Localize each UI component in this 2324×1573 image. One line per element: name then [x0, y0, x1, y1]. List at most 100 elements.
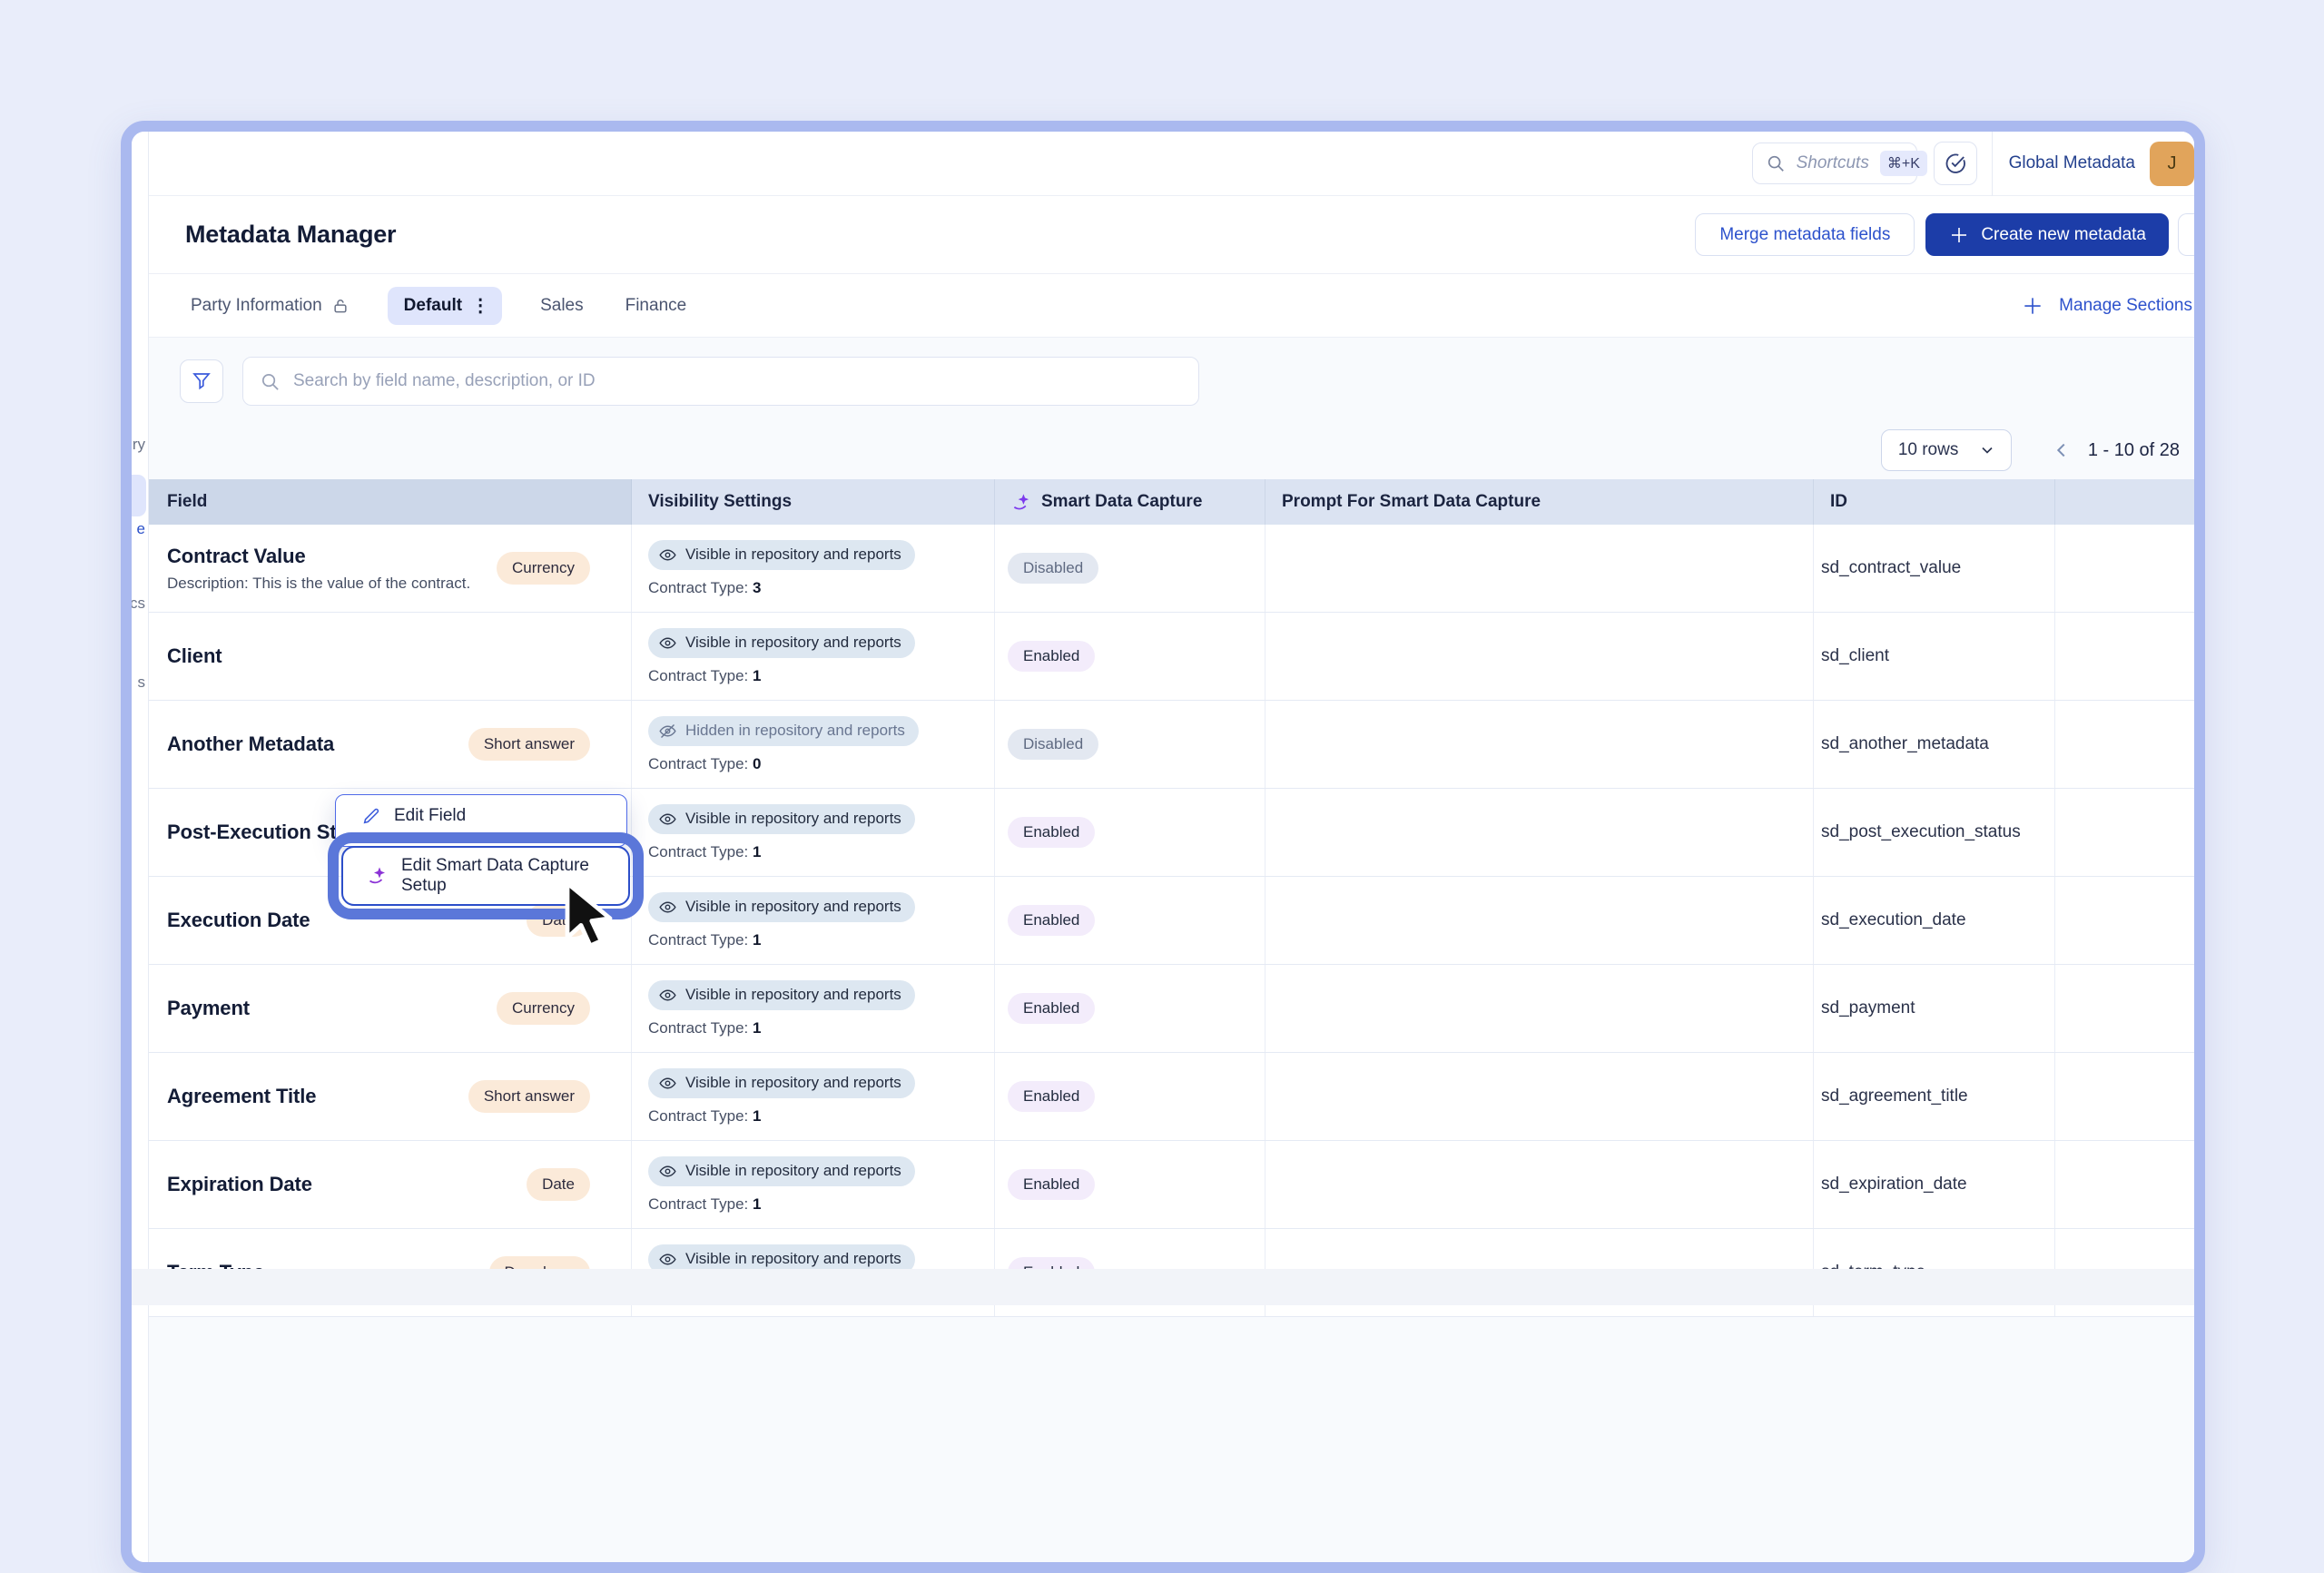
- field-cell: Another Metadata Short answer: [149, 701, 632, 788]
- search-input[interactable]: [293, 371, 1182, 391]
- prompt-cell: [1265, 789, 1814, 876]
- visibility-text: Visible in repository and reports: [685, 1162, 901, 1180]
- visibility-cell: Hidden in repository and reports Contrac…: [632, 701, 995, 788]
- visibility-pill: Visible in repository and reports: [648, 1156, 915, 1186]
- tab-party-information[interactable]: Party Information: [187, 287, 353, 325]
- table-row[interactable]: Expiration Date Date Visible in reposito…: [149, 1141, 2194, 1229]
- id-cell: sd_another_metadata: [1814, 701, 2055, 788]
- sidebar-fragment: s: [138, 673, 146, 692]
- visibility-cell: Visible in repository and reports Contra…: [632, 525, 995, 612]
- field-type-badge: Short answer: [468, 728, 590, 761]
- visibility-pill: Visible in repository and reports: [648, 540, 915, 570]
- field-name: Expiration Date: [167, 1173, 527, 1196]
- funnel-icon: [191, 370, 212, 392]
- sidebar-fragment: ry: [133, 436, 145, 454]
- field-search: [242, 357, 1199, 406]
- tasks-button[interactable]: [1934, 142, 1977, 185]
- smart-capture-status-badge: Enabled: [1008, 993, 1095, 1024]
- table-header-row: Field Visibility Settings Smart Data Cap…: [149, 479, 2194, 525]
- sparkle-icon: [367, 865, 389, 887]
- contract-type-label: Contract Type:: [648, 1019, 748, 1037]
- content-area: 10 rows 1 - 10 of 28 Field: [149, 338, 2194, 1562]
- actions-cell: [2055, 877, 2194, 964]
- tab-sales[interactable]: Sales: [537, 287, 587, 325]
- column-header-actions: [2055, 479, 2194, 525]
- field-type-badge: Date: [527, 1168, 590, 1201]
- window-bottom-strip: [132, 1269, 2194, 1305]
- filter-button[interactable]: [180, 359, 223, 403]
- prompt-cell: [1265, 1053, 1814, 1140]
- mouse-cursor: [556, 880, 622, 952]
- merge-metadata-fields-button[interactable]: Merge metadata fields: [1695, 213, 1915, 256]
- avatar[interactable]: J: [2150, 142, 2194, 186]
- id-cell: sd_expiration_date: [1814, 1141, 2055, 1228]
- smart-capture-cell: Enabled: [995, 613, 1265, 700]
- sidebar-fragment: cs: [130, 595, 145, 613]
- visibility-text: Visible in repository and reports: [685, 986, 901, 1004]
- smart-capture-cell: Disabled: [995, 525, 1265, 612]
- id-cell: sd_execution_date: [1814, 877, 2055, 964]
- smart-capture-cell: Enabled: [995, 965, 1265, 1052]
- contract-type-count: 1: [753, 1195, 761, 1213]
- smart-capture-cell: Enabled: [995, 877, 1265, 964]
- visibility-text: Visible in repository and reports: [685, 634, 901, 652]
- field-type-badge: Short answer: [468, 1080, 590, 1113]
- edit-field-menu-item[interactable]: Edit Field: [336, 795, 626, 826]
- visibility-cell: Visible in repository and reports Contra…: [632, 1053, 995, 1140]
- lock-icon: [331, 297, 350, 315]
- visibility-pill: Visible in repository and reports: [648, 1068, 915, 1098]
- manage-sections-link[interactable]: Manage Sections: [2021, 294, 2192, 318]
- clipped-button[interactable]: [2178, 213, 2194, 256]
- rows-per-page-select[interactable]: 10 rows: [1881, 429, 2012, 471]
- column-header-field: Field: [149, 479, 632, 525]
- contract-type-label: Contract Type:: [648, 1107, 748, 1125]
- id-cell: sd_agreement_title: [1814, 1053, 2055, 1140]
- contract-type-line: Contract Type: 1: [648, 931, 761, 949]
- chevron-down-icon: [1978, 441, 1996, 459]
- visibility-text: Visible in repository and reports: [685, 898, 901, 916]
- create-new-metadata-button[interactable]: Create new metadata: [1925, 213, 2169, 256]
- field-description: Description: This is the value of the co…: [167, 575, 497, 593]
- shortcuts-search[interactable]: Shortcuts ⌘+K: [1752, 143, 1917, 184]
- smart-capture-status-badge: Enabled: [1008, 1169, 1095, 1200]
- field-cell: Agreement Title Short answer: [149, 1053, 632, 1140]
- eye-icon: [658, 986, 677, 1005]
- field-name: Payment: [167, 997, 497, 1020]
- page-header: Metadata Manager Merge metadata fields C…: [149, 196, 2194, 274]
- field-type-badge: Currency: [497, 992, 590, 1025]
- eye-icon: [658, 1250, 677, 1269]
- table-row[interactable]: Contract Value Description: This is the …: [149, 525, 2194, 613]
- shortcuts-placeholder: Shortcuts: [1797, 153, 1869, 173]
- section-tabs: Party Information Default ⋮ Sales Financ…: [149, 274, 2194, 338]
- visibility-text: Visible in repository and reports: [685, 1250, 901, 1268]
- visibility-cell: Visible in repository and reports Contra…: [632, 1141, 995, 1228]
- visibility-cell: Visible in repository and reports Contra…: [632, 789, 995, 876]
- prompt-cell: [1265, 1141, 1814, 1228]
- metadata-manager-panel: Shortcuts ⌘+K Global Metadata J Metadata…: [148, 132, 2194, 1562]
- contract-type-count: 0: [753, 755, 761, 772]
- search-icon: [260, 371, 281, 392]
- visibility-cell: Visible in repository and reports Contra…: [632, 965, 995, 1052]
- tab-default[interactable]: Default ⋮: [388, 287, 502, 325]
- contract-type-label: Contract Type:: [648, 931, 748, 949]
- smart-capture-status-badge: Disabled: [1008, 553, 1098, 584]
- tab-finance[interactable]: Finance: [622, 287, 691, 325]
- global-metadata-link[interactable]: Global Metadata: [2009, 153, 2135, 173]
- smart-capture-status-badge: Enabled: [1008, 1081, 1095, 1112]
- contract-type-count: 1: [753, 843, 761, 860]
- table-row[interactable]: Payment Currency Visible in repository a…: [149, 965, 2194, 1053]
- visibility-pill: Visible in repository and reports: [648, 804, 915, 834]
- id-cell: sd_payment: [1814, 965, 2055, 1052]
- previous-page-button[interactable]: [2052, 440, 2072, 460]
- table-row[interactable]: Another Metadata Short answer Hidden in …: [149, 701, 2194, 789]
- table-row[interactable]: Client Visible in repository and reports: [149, 613, 2194, 701]
- table-row[interactable]: Agreement Title Short answer Visible in …: [149, 1053, 2194, 1141]
- search-icon: [1766, 153, 1786, 173]
- contract-type-line: Contract Type: 0: [648, 755, 761, 773]
- column-header-id: ID: [1814, 479, 2055, 525]
- kebab-menu-icon[interactable]: ⋮: [471, 297, 489, 315]
- id-cell: sd_client: [1814, 613, 2055, 700]
- background-app-sliver: ry e cs s: [132, 132, 148, 1562]
- top-bar: Shortcuts ⌘+K Global Metadata J: [149, 132, 2194, 196]
- sidebar-fragment: e: [137, 520, 145, 538]
